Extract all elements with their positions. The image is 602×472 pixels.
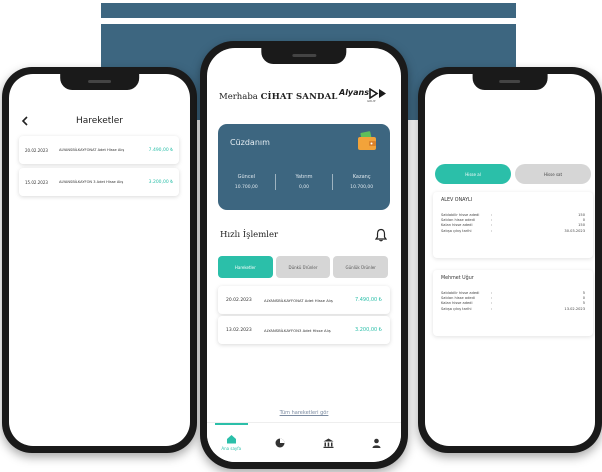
wallet-icon xyxy=(358,131,376,150)
section-title: Hızlı İşlemler xyxy=(220,230,279,240)
tx-desc: ALYANSBİLKAYFON 3 Adet Hisse Alış xyxy=(59,179,124,184)
share-row: Satışa çıkış tarihi:13.02.2023 xyxy=(441,306,585,311)
share-row: Satışa çıkış tarihi:30.03.2023 xyxy=(441,228,585,233)
wallet-card[interactable]: Cüzdanım Güncel 10.700,00 Yatırım 0,00 K… xyxy=(218,124,390,210)
all-transactions-link[interactable]: Tüm hareketleri gör xyxy=(207,410,401,416)
background-stripe xyxy=(101,3,516,18)
notch xyxy=(472,74,548,90)
tab-daily-products[interactable]: Günlük Ürünler xyxy=(333,256,389,278)
notch xyxy=(261,48,347,64)
screen-home: Merhaba CİHAT SANDAL Alyans GRUP Cüzdanı… xyxy=(207,48,401,462)
nav-profile[interactable] xyxy=(353,423,402,462)
home-icon xyxy=(226,435,236,444)
tx-desc: ALYANSBİLKAYFON3 Adet Hisse Alış xyxy=(264,327,331,333)
wallet-col-current: Güncel 10.700,00 xyxy=(234,174,258,190)
nav-home[interactable]: Ana sayfa xyxy=(207,423,256,462)
tx-amount: 3.200,00 ₺ xyxy=(354,327,382,333)
bank-icon xyxy=(323,438,334,448)
tab-yesterday-products[interactable]: Dünkü Ürünler xyxy=(275,256,331,278)
phone-right: Hisse al Hisse sat ALEV ONAYLI Satılabil… xyxy=(418,67,602,453)
share-holder-name: ALEV ONAYLI xyxy=(441,198,473,203)
list-item[interactable]: 15.02.2023 ALYANSBİLKAYFON 3 Adet Hisse … xyxy=(19,168,179,196)
greeting: Merhaba CİHAT SANDAL xyxy=(219,92,338,102)
logo-text: Alyans xyxy=(339,88,370,97)
user-name: CİHAT SANDAL xyxy=(260,92,338,102)
greeting-text: Merhaba xyxy=(219,92,258,102)
tab-buy-share[interactable]: Hisse al xyxy=(435,164,511,184)
list-item[interactable]: 13.02.2023 ALYANSBİLKAYFON3 Adet Hisse A… xyxy=(218,316,390,344)
tab-transactions[interactable]: Hareketler xyxy=(218,256,273,278)
nav-chart[interactable] xyxy=(256,423,305,462)
list-item[interactable]: 20.02.2023 ALYANSBİLKAYFONAT Adet Hisse … xyxy=(218,286,390,314)
share-card[interactable]: Mehmet Uğur Satılabilir hisse adedi:5 Sa… xyxy=(433,270,593,336)
screen-shares: Hisse al Hisse sat ALEV ONAYLI Satılabil… xyxy=(425,74,595,446)
nav-bank[interactable] xyxy=(304,423,353,462)
user-icon xyxy=(372,438,381,448)
tx-desc: ALYANSBİLKAYFONAT Adet Hisse Alış xyxy=(59,147,125,152)
bell-icon[interactable] xyxy=(375,228,387,242)
wallet-title: Cüzdanım xyxy=(230,138,270,147)
mockup-stage: Hareketler 20.02.2023 ALYANSBİLKAYFONAT … xyxy=(0,0,602,472)
tx-date: 13.02.2023 xyxy=(226,327,252,333)
tx-date: 15.02.2023 xyxy=(25,179,48,185)
nav-home-label: Ana sayfa xyxy=(221,446,242,451)
tx-amount: 7.490,00 ₺ xyxy=(354,297,382,303)
chart-icon xyxy=(275,438,285,447)
wallet-col-investment: Yatırım 0,00 xyxy=(274,174,333,190)
tx-amount: 3.200,00 ₺ xyxy=(148,179,173,185)
logo-sub: GRUP xyxy=(367,99,376,103)
tx-date: 20.02.2023 xyxy=(25,147,48,153)
wallet-summary: Güncel 10.700,00 Yatırım 0,00 Kazanç 10.… xyxy=(218,174,390,190)
tx-desc: ALYANSBİLKAYFONAT Adet Hisse Alış xyxy=(264,297,333,303)
list-item[interactable]: 20.02.2023 ALYANSBİLKAYFONAT Adet Hisse … xyxy=(19,136,179,164)
brand-logo: Alyans GRUP xyxy=(339,86,391,106)
tab-sell-share[interactable]: Hisse sat xyxy=(515,164,591,184)
phone-left: Hareketler 20.02.2023 ALYANSBİLKAYFONAT … xyxy=(2,67,197,453)
screen-transactions: Hareketler 20.02.2023 ALYANSBİLKAYFONAT … xyxy=(9,74,190,446)
share-card[interactable]: ALEV ONAYLI Satılabilir hisse adedi:150 … xyxy=(433,192,593,258)
bottom-nav: Ana sayfa xyxy=(207,422,401,462)
logo-arrows-icon xyxy=(369,88,386,99)
quick-tabs: Hareketler Dünkü Ürünler Günlük Ürünler xyxy=(218,256,389,278)
wallet-col-earnings: Kazanç 10.700,00 xyxy=(332,174,390,190)
notch xyxy=(59,74,140,90)
share-holder-name: Mehmet Uğur xyxy=(441,276,474,281)
phone-center: Merhaba CİHAT SANDAL Alyans GRUP Cüzdanı… xyxy=(200,41,408,469)
tx-date: 20.02.2023 xyxy=(226,297,252,303)
share-tabs: Hisse al Hisse sat xyxy=(435,164,591,184)
page-title: Hareketler xyxy=(75,116,124,126)
tx-amount: 7.490,00 ₺ xyxy=(148,147,173,153)
